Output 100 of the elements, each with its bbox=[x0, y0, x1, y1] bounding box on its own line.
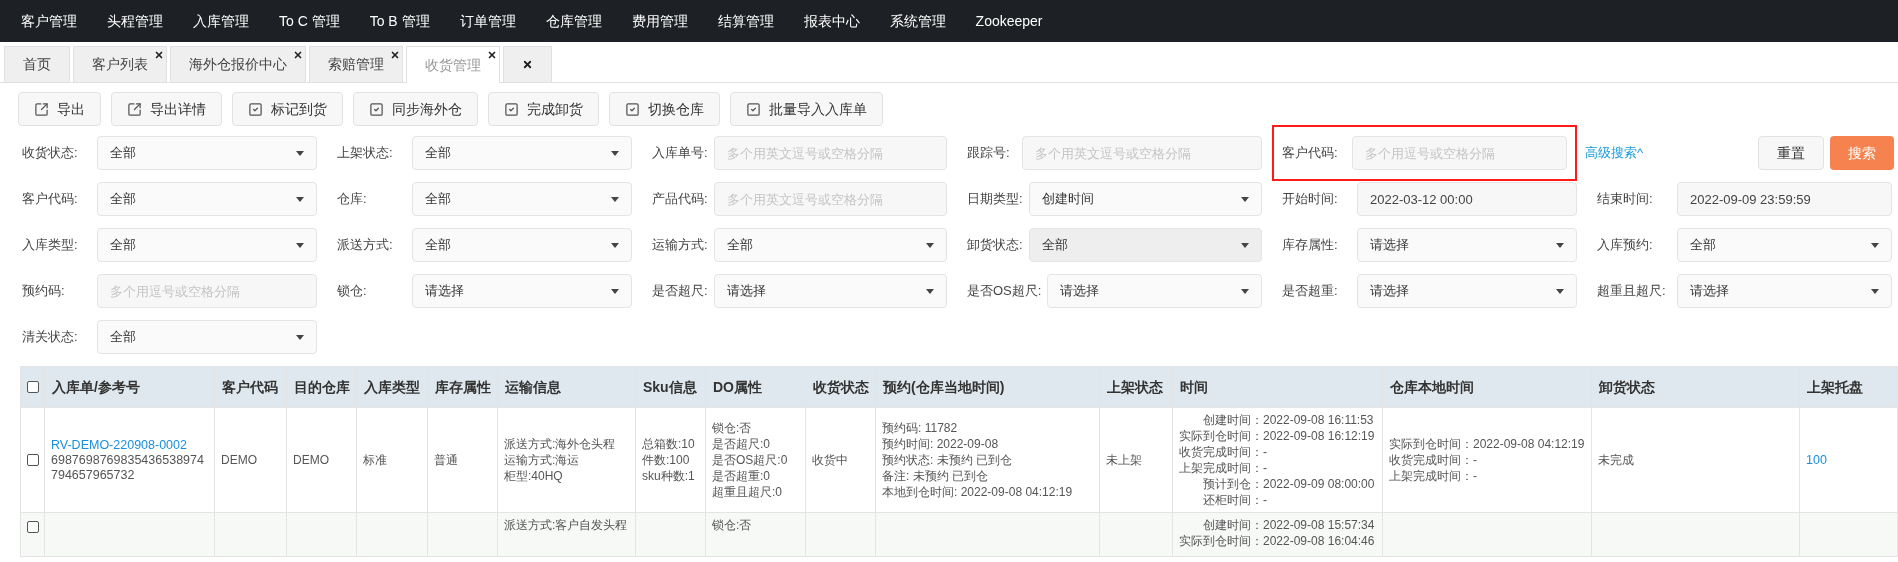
field-label: 开始时间: bbox=[1282, 190, 1339, 209]
caret-icon bbox=[1556, 288, 1564, 294]
select-field[interactable]: 请选择 bbox=[412, 274, 632, 308]
field-label: 产品代码: bbox=[652, 190, 709, 209]
select-field[interactable]: 全部 bbox=[412, 136, 632, 170]
caret-icon bbox=[296, 196, 304, 202]
export-icon bbox=[127, 101, 142, 117]
column-header: 仓库本地时间 bbox=[1390, 377, 1474, 397]
cell-text: 6987698769835436538974794657965732 bbox=[51, 452, 205, 483]
caret-icon bbox=[926, 242, 934, 248]
nav-item[interactable]: Zookeeper bbox=[960, 10, 1058, 32]
select-field[interactable]: 全部 bbox=[412, 182, 632, 216]
link[interactable]: 100 bbox=[1806, 452, 1891, 468]
nav-item[interactable]: 系统管理 bbox=[874, 10, 961, 32]
field-label: 是否超尺: bbox=[652, 282, 709, 301]
tab[interactable]: 客户列表 bbox=[73, 46, 167, 82]
nav-item[interactable]: To B 管理 bbox=[354, 10, 445, 32]
field-label: 派送方式: bbox=[337, 236, 394, 255]
field-label: 跟踪号: bbox=[967, 144, 1011, 163]
field-label: 是否超重: bbox=[1282, 282, 1339, 301]
select-field[interactable]: 全部 bbox=[97, 182, 317, 216]
toolbar-button[interactable]: 导出 bbox=[18, 92, 101, 126]
nav-item[interactable]: 仓库管理 bbox=[530, 10, 617, 32]
caret-icon bbox=[1871, 242, 1879, 248]
select-field[interactable]: 全部 bbox=[97, 228, 317, 262]
column-header: DO属性 bbox=[713, 377, 762, 397]
toolbar-button[interactable]: 批量导入入库单 bbox=[730, 92, 883, 126]
checkbox[interactable] bbox=[26, 381, 39, 393]
tab[interactable]: 海外仓报价中心 bbox=[170, 46, 306, 82]
select-field[interactable]: 请选择 bbox=[1677, 274, 1892, 308]
close-icon[interactable] bbox=[154, 50, 164, 60]
nav-item[interactable]: 订单管理 bbox=[444, 10, 531, 32]
time-label: 预计到仓： bbox=[1202, 476, 1263, 492]
caret-icon bbox=[926, 288, 934, 294]
toolbar-button[interactable]: 切换仓库 bbox=[609, 92, 720, 126]
select-field[interactable]: 全部 bbox=[97, 136, 317, 170]
nav-item[interactable]: 费用管理 bbox=[616, 10, 703, 32]
column-header: 时间 bbox=[1180, 377, 1208, 397]
cell-text: 未上架 bbox=[1106, 452, 1143, 468]
toolbar-button[interactable]: 完成卸货 bbox=[488, 92, 599, 126]
column-header: 卸货状态 bbox=[1599, 377, 1655, 397]
select-field[interactable]: 请选择 bbox=[713, 274, 947, 308]
field-label: 库存属性: bbox=[1282, 236, 1339, 255]
field-label: 锁仓: bbox=[337, 282, 368, 301]
caret-icon bbox=[296, 334, 304, 340]
column-header: 入库类型 bbox=[364, 377, 420, 397]
column-header: 上架托盘 bbox=[1807, 377, 1863, 397]
select-field[interactable]: 全部 bbox=[412, 228, 632, 262]
select-field[interactable]: 全部 bbox=[713, 228, 947, 262]
tab[interactable]: 首页 bbox=[4, 46, 70, 82]
time-value: 2022-09-08 16:11:53 bbox=[1263, 412, 1375, 428]
checkbox[interactable] bbox=[26, 521, 39, 533]
nav-item[interactable]: To C 管理 bbox=[264, 10, 355, 32]
select-field[interactable]: 请选择 bbox=[1357, 274, 1577, 308]
nav-item[interactable]: 报表中心 bbox=[788, 10, 875, 32]
input-field[interactable]: 2022-03-12 00:00 bbox=[1357, 182, 1577, 216]
toolbar-button[interactable]: 同步海外仓 bbox=[353, 92, 478, 126]
checkbox[interactable] bbox=[26, 454, 39, 466]
select-field[interactable]: 全部 bbox=[97, 320, 317, 354]
cell-text: DEMO bbox=[221, 452, 258, 468]
select-field[interactable]: 请选择 bbox=[1357, 228, 1577, 262]
cell-text: 是否超重:0 bbox=[712, 468, 771, 484]
caret-icon bbox=[1241, 196, 1249, 202]
cell-text: 未完成 bbox=[1598, 452, 1635, 468]
caret-icon bbox=[296, 242, 304, 248]
time-label: 实际到仓时间： bbox=[1179, 428, 1263, 444]
close-icon[interactable] bbox=[487, 50, 497, 60]
time-value: - bbox=[1263, 444, 1268, 460]
time-value: 2022-09-09 08:00:00 bbox=[1263, 476, 1375, 492]
close-icon[interactable] bbox=[522, 59, 533, 70]
toolbar-button[interactable]: 导出详情 bbox=[111, 92, 222, 126]
column-header: 目的仓库 bbox=[294, 377, 350, 397]
time-value: 2022-09-08 16:04:46 bbox=[1263, 533, 1375, 549]
time-value: 2022-09-08 16:12:19 bbox=[1263, 428, 1375, 444]
nav-item[interactable]: 入库管理 bbox=[178, 10, 264, 32]
cell-text: 派送方式:海外仓头程 bbox=[504, 436, 617, 452]
nav-item[interactable]: 头程管理 bbox=[92, 10, 178, 32]
field-label: 结束时间: bbox=[1597, 190, 1654, 209]
cell-text: 柜型:40HQ bbox=[504, 468, 564, 484]
select-field[interactable]: 全部 bbox=[1677, 228, 1892, 262]
tab[interactable]: 索赔管理 bbox=[309, 46, 403, 82]
link[interactable]: RV-DEMO-220908-0002 bbox=[51, 437, 208, 453]
time-value: - bbox=[1263, 460, 1268, 476]
nav-item[interactable]: 结算管理 bbox=[702, 10, 789, 32]
select-field[interactable]: 请选择 bbox=[1047, 274, 1262, 308]
nav-item[interactable]: 客户管理 bbox=[6, 10, 92, 32]
select-field[interactable]: 创建时间 bbox=[1028, 182, 1262, 216]
cell-text: 实际到仓时间：2022-09-08 04:12:19 bbox=[1389, 436, 1585, 452]
time-value: - bbox=[1263, 492, 1268, 508]
field-label: 入库类型: bbox=[22, 236, 79, 255]
column-header: Sku信息 bbox=[643, 377, 697, 397]
close-icon[interactable] bbox=[390, 50, 400, 60]
close-icon[interactable] bbox=[293, 50, 303, 60]
time-label: 还柜时间： bbox=[1202, 492, 1263, 508]
input-field[interactable]: 2022-09-09 23:59:59 bbox=[1677, 182, 1892, 216]
column-header: 入库单/参考号 bbox=[52, 377, 140, 397]
cell-text: 预约时间: 2022-09-08 bbox=[882, 436, 1000, 452]
toolbar-button[interactable]: 标记到货 bbox=[232, 92, 343, 126]
reset-button[interactable]: 重置 bbox=[1758, 136, 1824, 170]
caret-icon bbox=[611, 288, 619, 294]
